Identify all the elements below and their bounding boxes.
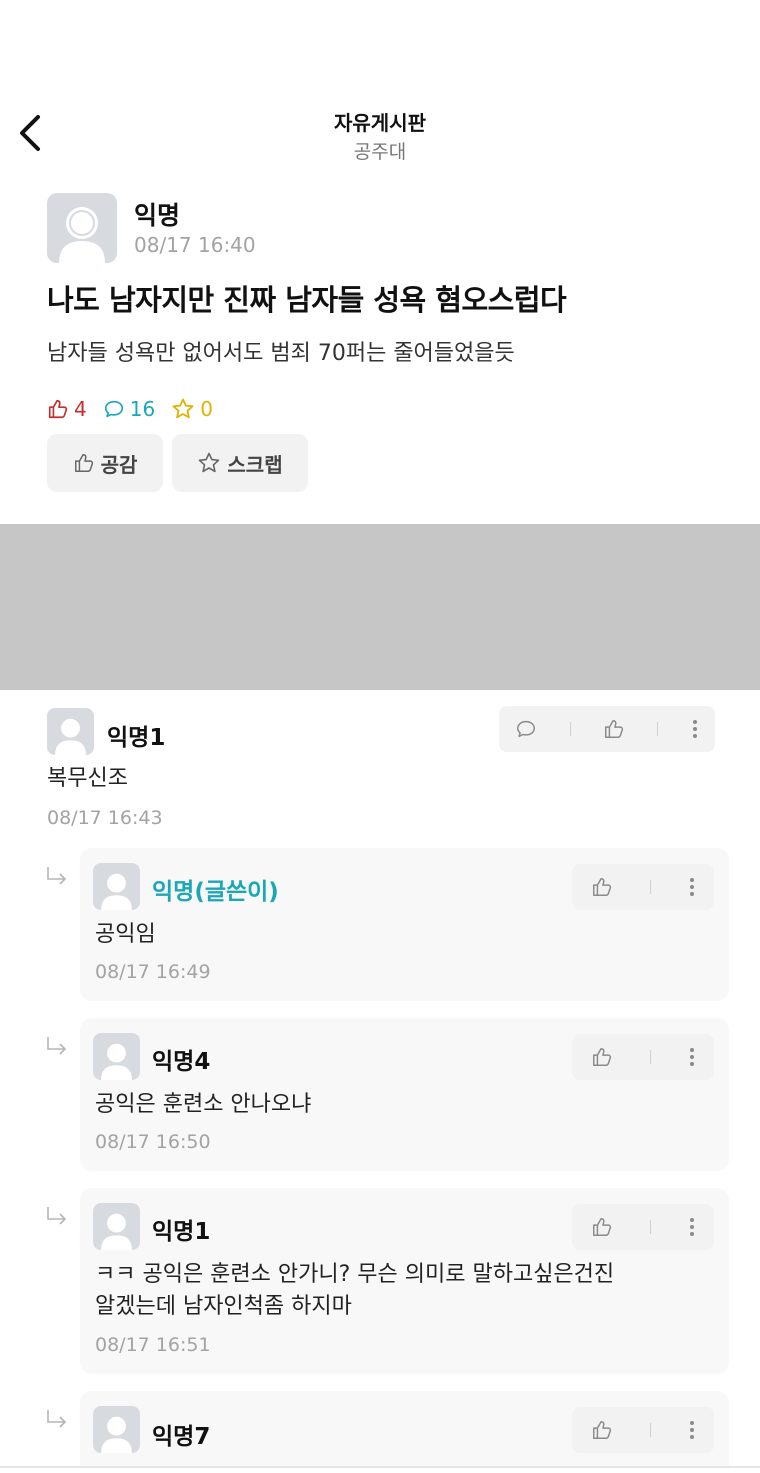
reply-date: 08/17 16:49	[95, 961, 211, 983]
reply-text-line-2: 알겠는데 남자인척좀 하지마	[95, 1294, 352, 1319]
thumbs-up-icon[interactable]	[591, 1419, 613, 1441]
divider	[569, 722, 571, 736]
reply-item: 익명4 공익은 훈련소 안나오냐 08/17 16:50	[80, 1018, 729, 1171]
reply-text: 공익임	[95, 922, 156, 947]
post-date: 08/17 16:40	[134, 233, 256, 257]
like-button-label: 공감	[100, 452, 138, 477]
reply-author: 익명1	[152, 1219, 211, 1245]
more-vertical-icon[interactable]	[688, 1046, 696, 1068]
reply-author: 익명4	[152, 1049, 211, 1075]
post-body: 남자들 성욕만 없어서도 범죄 70퍼는 줄어들었을듯	[47, 341, 515, 366]
more-vertical-icon[interactable]	[688, 1216, 696, 1238]
avatar	[93, 1406, 140, 1453]
comment-text: 복무신조	[47, 766, 128, 791]
divider	[649, 880, 651, 894]
divider	[649, 1050, 651, 1064]
post-title: 나도 남자지만 진짜 남자들 성욕 혐오스럽다	[47, 283, 567, 317]
user-icon	[101, 1416, 132, 1453]
reply-toolbox	[572, 1034, 714, 1080]
like-count: 4	[47, 397, 87, 421]
comment-count-value: 16	[129, 397, 156, 421]
user-icon	[101, 1213, 132, 1250]
more-vertical-icon[interactable]	[691, 718, 699, 740]
star-icon	[172, 398, 194, 419]
reply-date: 08/17 16:50	[95, 1131, 211, 1153]
reply-item: 익명(글쓴이) 공익임 08/17 16:49	[80, 848, 729, 1001]
user-icon	[101, 1043, 132, 1080]
more-vertical-icon[interactable]	[688, 1419, 696, 1441]
reply-item: 익명1 ㅋㅋ 공익은 훈련소 안가니? 무슨 의미로 말하고싶은건진 알겠는데 …	[80, 1188, 729, 1374]
app-header: 자유게시판 공주대	[0, 95, 760, 175]
reply-arrow-icon	[47, 1037, 67, 1055]
user-icon	[59, 207, 105, 263]
thumbs-up-icon	[48, 399, 68, 419]
post-author-name: 익명	[134, 201, 181, 230]
board-title: 자유게시판	[334, 111, 426, 135]
redacted-area	[0, 524, 760, 690]
comment-count: 16	[103, 397, 155, 421]
thumbs-up-icon[interactable]	[591, 1216, 613, 1238]
reply-text-line-1: ㅋㅋ 공익은 훈련소 안가니? 무슨 의미로 말하고싶은건진	[95, 1262, 615, 1287]
reply-date: 08/17 16:51	[95, 1334, 211, 1356]
avatar	[93, 863, 140, 910]
school-name: 공주대	[353, 141, 407, 163]
comment-item: 익명1 복무신조 08/17 16:43	[47, 706, 715, 836]
reply-toolbox	[572, 1204, 714, 1250]
reply-author: 익명7	[152, 1424, 211, 1450]
divider	[0, 1466, 760, 1468]
avatar	[93, 1203, 140, 1250]
user-icon	[55, 718, 86, 755]
reply-icon[interactable]	[515, 718, 537, 740]
comment-author: 익명1	[107, 725, 166, 751]
thumbs-up-icon	[74, 454, 93, 472]
avatar	[93, 1033, 140, 1080]
post-author: 익명 08/17 16:40	[47, 193, 447, 265]
reply-text: 공익은 훈련소 안나오냐	[95, 1092, 312, 1117]
thumbs-up-icon[interactable]	[603, 718, 625, 740]
divider	[649, 1423, 651, 1437]
avatar	[47, 708, 94, 755]
scrap-count: 0	[171, 397, 213, 421]
avatar	[47, 193, 117, 263]
user-icon	[101, 873, 132, 910]
thumbs-up-icon[interactable]	[591, 876, 613, 898]
star-icon	[199, 452, 220, 473]
comment-toolbox	[499, 706, 715, 752]
post-stats: 4 16 0	[47, 395, 213, 423]
scrap-count-value: 0	[200, 397, 213, 421]
scrap-button[interactable]: 스크랩	[172, 434, 308, 492]
more-vertical-icon[interactable]	[688, 876, 696, 898]
like-count-value: 4	[74, 397, 87, 421]
reply-toolbox	[572, 864, 714, 910]
reply-arrow-icon	[47, 1410, 67, 1428]
divider	[649, 1220, 651, 1234]
reply-item: 익명7	[80, 1391, 729, 1466]
thumbs-up-icon[interactable]	[591, 1046, 613, 1068]
divider	[657, 722, 659, 736]
comment-date: 08/17 16:43	[47, 807, 163, 829]
like-button[interactable]: 공감	[47, 434, 163, 492]
speech-bubble-icon	[104, 400, 123, 418]
reply-arrow-icon	[47, 867, 67, 885]
reply-toolbox	[572, 1407, 714, 1453]
reply-author-op: 익명(글쓴이)	[152, 879, 279, 905]
reply-arrow-icon	[47, 1207, 67, 1225]
scrap-button-label: 스크랩	[227, 452, 283, 477]
